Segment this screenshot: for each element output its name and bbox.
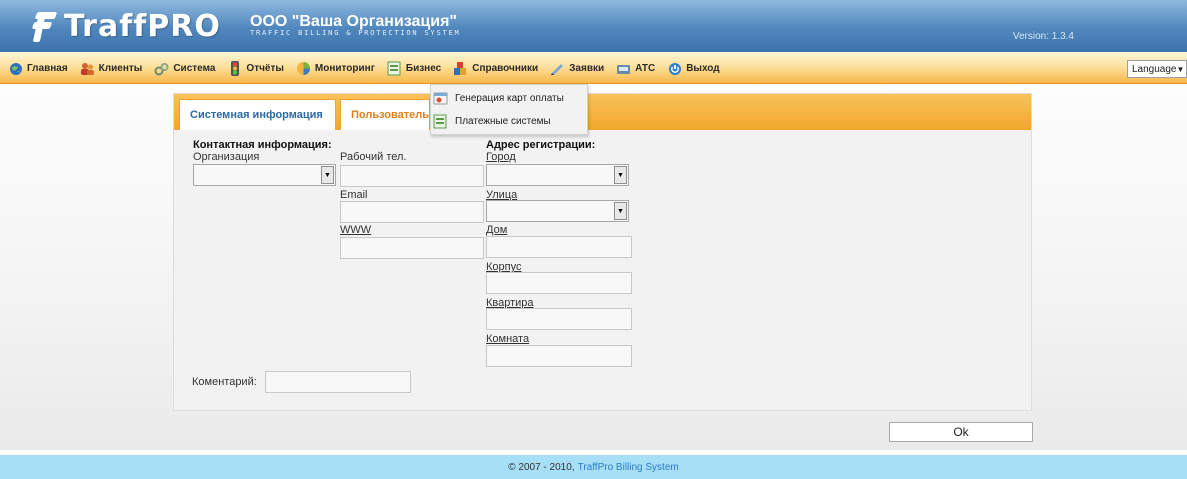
blocks-icon bbox=[453, 61, 468, 76]
menu-label: Бизнес bbox=[405, 63, 442, 74]
menu-label: Справочники bbox=[472, 63, 539, 74]
comment-field[interactable] bbox=[265, 371, 411, 393]
menu-label: Система bbox=[173, 63, 216, 74]
gears-icon bbox=[154, 61, 169, 76]
menu-item-reports[interactable]: Отчёты bbox=[227, 61, 284, 76]
email-field[interactable] bbox=[340, 201, 484, 223]
www-label: WWW bbox=[340, 224, 372, 236]
profile-panel: Системная информация Пользовательская Ко… bbox=[173, 93, 1032, 411]
org-subtitle: TRAFFIC BILLING & PROTECTION SYSTEM bbox=[250, 29, 461, 37]
apartment-field[interactable] bbox=[486, 308, 632, 330]
tab-label: Пользовательская bbox=[351, 109, 430, 121]
menu-item-system[interactable]: Система bbox=[154, 61, 215, 76]
menu-item-pbx[interactable]: АТС bbox=[616, 61, 655, 76]
tab-system-info[interactable]: Системная информация bbox=[179, 99, 336, 130]
menu-label: Заявки bbox=[569, 63, 605, 74]
business-submenu: Генерация карт оплаты Платежные системы bbox=[430, 84, 588, 135]
spreadsheet-icon bbox=[387, 61, 402, 76]
submenu-label: Генерация карт оплаты bbox=[455, 92, 564, 104]
building-field[interactable] bbox=[486, 272, 632, 294]
spreadsheet-icon bbox=[433, 114, 448, 129]
menu-item-monitoring[interactable]: Мониторинг bbox=[296, 61, 375, 76]
chevron-down-icon: ▼ bbox=[321, 166, 334, 184]
menu-label: АТС bbox=[635, 63, 656, 74]
main-menu: Главная Клиенты Система Отчёты Мониторин… bbox=[8, 61, 732, 76]
pen-icon bbox=[550, 61, 565, 76]
organization-select[interactable]: ▼ bbox=[193, 164, 336, 186]
chevron-down-icon: ▼ bbox=[1176, 64, 1185, 74]
app-header: TraffPRO ООО "Ваша Организация" TRAFFIC … bbox=[0, 0, 1187, 52]
menu-label: Выход bbox=[686, 63, 720, 74]
www-field[interactable] bbox=[340, 237, 484, 259]
logo-mark-icon bbox=[30, 8, 58, 44]
submenu-label: Платежные системы bbox=[455, 115, 551, 127]
organization-label: Организация bbox=[193, 151, 260, 163]
copyright-text: © 2007 - 2010, bbox=[508, 461, 575, 473]
address-title: Адрес регистрации: bbox=[486, 139, 596, 151]
footer: © 2007 - 2010, TraffPro Billing System bbox=[0, 455, 1187, 479]
work-phone-label: Рабочий тел. bbox=[340, 151, 407, 163]
menu-item-home[interactable]: Главная bbox=[8, 61, 68, 76]
card-icon bbox=[433, 91, 448, 106]
chevron-down-icon: ▼ bbox=[614, 202, 627, 220]
tab-bar: Системная информация Пользовательская bbox=[174, 94, 1031, 130]
phone-icon bbox=[616, 61, 631, 76]
footer-link[interactable]: TraffPro Billing System bbox=[578, 462, 679, 473]
ok-button-label: Ok bbox=[953, 425, 969, 439]
language-value: Language bbox=[1132, 63, 1177, 75]
menu-item-exit[interactable]: Выход bbox=[667, 61, 720, 76]
chevron-down-icon: ▼ bbox=[614, 166, 627, 184]
menu-label: Главная bbox=[27, 63, 68, 74]
house-label: Дом bbox=[486, 224, 508, 236]
comment-label: Коментарий: bbox=[192, 376, 257, 388]
language-select[interactable]: Language ▼ bbox=[1127, 60, 1187, 78]
email-label: Email bbox=[340, 189, 368, 201]
menu-label: Отчёты bbox=[246, 63, 284, 74]
menu-label: Мониторинг bbox=[314, 63, 375, 74]
logo[interactable]: TraffPRO bbox=[30, 6, 221, 46]
work-phone-field[interactable] bbox=[340, 165, 484, 187]
contact-info-title: Контактная информация: bbox=[193, 139, 332, 151]
tab-label: Системная информация bbox=[190, 109, 323, 121]
menu-item-clients[interactable]: Клиенты bbox=[80, 61, 143, 76]
street-select[interactable]: ▼ bbox=[486, 200, 629, 222]
menu-item-requests[interactable]: Заявки bbox=[550, 61, 604, 76]
org-block: ООО "Ваша Организация" TRAFFIC BILLING &… bbox=[250, 13, 461, 37]
room-label: Комната bbox=[486, 333, 530, 345]
menu-item-directories[interactable]: Справочники bbox=[453, 61, 538, 76]
ok-button[interactable]: Ok bbox=[889, 422, 1033, 442]
logo-text: TraffPRO bbox=[64, 8, 221, 44]
tab-user-info[interactable]: Пользовательская bbox=[340, 99, 430, 130]
room-field[interactable] bbox=[486, 345, 632, 367]
users-icon bbox=[80, 61, 95, 76]
main-menu-bar: Главная Клиенты Система Отчёты Мониторин… bbox=[0, 52, 1187, 84]
globe-icon bbox=[8, 61, 23, 76]
power-icon bbox=[667, 61, 682, 76]
house-field[interactable] bbox=[486, 236, 632, 258]
submenu-item-payment-cards[interactable]: Генерация карт оплаты bbox=[431, 87, 589, 109]
city-label: Город bbox=[486, 151, 516, 163]
menu-item-business[interactable]: Бизнес bbox=[387, 61, 441, 76]
monitoring-icon bbox=[296, 61, 311, 76]
menu-label: Клиенты bbox=[98, 63, 143, 74]
traffic-light-icon bbox=[227, 61, 242, 76]
version-label: Version: 1.3.4 bbox=[1012, 31, 1074, 42]
submenu-item-payment-systems[interactable]: Платежные системы bbox=[431, 110, 589, 132]
city-select[interactable]: ▼ bbox=[486, 164, 629, 186]
